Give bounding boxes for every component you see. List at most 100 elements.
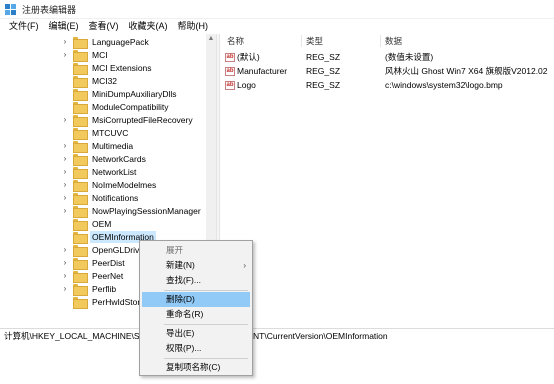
expand-arrow-icon[interactable]: › (60, 37, 70, 46)
tree-item-label: OEM (92, 218, 112, 229)
context-menu: 展开 新建(N) › 查找(F)... 删除(D) 重命名(R) 导出(E) 权… (139, 240, 253, 376)
folder-icon (73, 49, 88, 62)
menu-view[interactable]: 查看(V) (84, 19, 124, 34)
expand-arrow-icon[interactable]: › (60, 258, 70, 267)
string-value-icon: ab (225, 53, 235, 63)
tree-item-label: PeerDist (92, 257, 125, 268)
expand-arrow-icon[interactable]: › (60, 180, 70, 189)
expand-arrow-icon[interactable]: › (60, 50, 70, 59)
expand-arrow-icon[interactable]: › (60, 167, 70, 176)
value-name: Manufacturer (237, 66, 288, 76)
expand-arrow-icon[interactable]: › (60, 193, 70, 202)
tree-item-perflib[interactable]: › Perflib (60, 282, 118, 296)
folder-icon (73, 153, 88, 166)
regedit-icon (5, 3, 16, 15)
tree-item-mtcuvc[interactable]: MTCUVC (60, 126, 130, 140)
values-list[interactable]: 名称 类型 数据 ab (默认) REG_SZ (数值未设置) ab Manufac… (221, 34, 554, 328)
expand-arrow-icon[interactable]: › (60, 154, 70, 163)
tree-item-networkcards[interactable]: › NetworkCards (60, 152, 148, 166)
tree-item-mci-extensions[interactable]: MCI Extensions (60, 61, 154, 75)
folder-icon (73, 75, 88, 88)
folder-icon (73, 114, 88, 127)
folder-icon (73, 36, 88, 49)
value-data: 风林火山 Ghost Win7 X64 旗舰版V2012.02 (385, 66, 548, 76)
tree-item-label: NetworkList (92, 166, 137, 177)
folder-icon (73, 205, 88, 218)
value-type: REG_SZ (306, 80, 341, 90)
list-row-default[interactable]: ab (默认) REG_SZ (数值未设置) (221, 51, 554, 64)
folder-icon (73, 101, 88, 114)
menu-bar: 文件(F) 编辑(E) 查看(V) 收藏夹(A) 帮助(H) (0, 19, 554, 34)
menu-edit[interactable]: 编辑(E) (44, 19, 84, 34)
expand-arrow-icon[interactable]: › (60, 141, 70, 150)
folder-icon (73, 140, 88, 153)
menu-item-new-label: 新建(N) (166, 260, 195, 270)
status-path-left: 计算机\HKEY_LOCAL_MACHINE\SOF (4, 331, 152, 341)
folder-icon (73, 127, 88, 140)
menu-item-rename[interactable]: 重命名(R) (142, 307, 250, 322)
submenu-arrow-icon: › (243, 261, 246, 270)
column-header-data[interactable]: 数据 (381, 34, 402, 48)
menu-item-new[interactable]: 新建(N) › (142, 258, 250, 273)
menu-divider (164, 290, 248, 291)
tree-item-label: MCI Extensions (92, 62, 152, 73)
tree-item-notifications[interactable]: › Notifications (60, 191, 140, 205)
tree-item-label: MCI (92, 49, 108, 60)
list-row-logo[interactable]: ab Logo REG_SZ c:\windows\system32\logo.b… (221, 79, 554, 92)
window-title: 注册表编辑器 (22, 4, 77, 15)
tree-item-noimemodelmes[interactable]: › NoImeModelmes (60, 178, 158, 192)
expand-arrow-icon[interactable]: › (60, 206, 70, 215)
menu-item-find[interactable]: 查找(F)... (142, 273, 250, 288)
menu-divider (164, 324, 248, 325)
tree-item-multimedia[interactable]: › Multimedia (60, 139, 135, 153)
menu-item-copy-key-name[interactable]: 复制项名称(C) (142, 360, 250, 375)
tree-item-label: LanguagePack (92, 36, 149, 47)
menu-divider (164, 358, 248, 359)
menu-help[interactable]: 帮助(H) (173, 19, 214, 34)
status-path-right: NT\CurrentVersion\OEMInformation (253, 331, 388, 341)
menu-item-export[interactable]: 导出(E) (142, 326, 250, 341)
list-row-manufacturer[interactable]: ab Manufacturer REG_SZ 风林火山 Ghost Win7 X6… (221, 65, 554, 78)
value-type: REG_SZ (306, 66, 341, 76)
tree-item-label: Perflib (92, 283, 117, 294)
tree-item-nowplayingsessionmanager[interactable]: › NowPlayingSessionManager (60, 204, 203, 218)
folder-icon (73, 270, 88, 283)
column-header-type[interactable]: 类型 (302, 34, 323, 48)
expand-arrow-icon[interactable]: › (60, 115, 70, 124)
expand-arrow-icon[interactable]: › (60, 245, 70, 254)
menu-favorites[interactable]: 收藏夹(A) (124, 19, 173, 34)
scroll-up-icon[interactable]: ▲ (207, 35, 215, 43)
value-name: (默认) (237, 52, 260, 62)
folder-icon (73, 179, 88, 192)
expand-arrow-icon[interactable]: › (60, 271, 70, 280)
menu-item-permissions[interactable]: 权限(P)... (142, 341, 250, 356)
menu-item-expand[interactable]: 展开 (142, 243, 250, 258)
tree-item-mci32[interactable]: MCI32 (60, 74, 119, 88)
tree-item-networklist[interactable]: › NetworkList (60, 165, 138, 179)
tree-item-modulecompatibility[interactable]: ModuleCompatibility (60, 100, 171, 114)
column-header-name[interactable]: 名称 (223, 34, 244, 48)
folder-icon (73, 192, 88, 205)
menu-file[interactable]: 文件(F) (4, 19, 44, 34)
tree-item-perhwidstorage[interactable]: PerHwIdStorag (60, 295, 152, 309)
tree-item-oem[interactable]: OEM (60, 217, 113, 231)
value-name: Logo (237, 80, 256, 90)
tree-item-peerdist[interactable]: › PeerDist (60, 256, 127, 270)
tree-item-label: MCI32 (92, 75, 118, 86)
tree-item-msicorruptedfilerecovery[interactable]: › MsiCorruptedFileRecovery (60, 113, 195, 127)
tree-item-peernet[interactable]: › PeerNet (60, 269, 125, 283)
tree-item-label: Notifications (92, 192, 139, 203)
tree-item-label: NetworkCards (92, 153, 146, 164)
value-type: REG_SZ (306, 52, 341, 62)
tree-item-label: ModuleCompatibility (92, 101, 169, 112)
expand-arrow-icon[interactable]: › (60, 284, 70, 293)
menu-item-delete[interactable]: 删除(D) (142, 292, 250, 307)
tree-item-languagepack[interactable]: › LanguagePack (60, 35, 151, 49)
tree-item-mci[interactable]: › MCI (60, 48, 110, 62)
tree-item-label: MTCUVC (92, 127, 129, 138)
value-data: (数值未设置) (385, 52, 434, 62)
title-bar: 注册表编辑器 (0, 0, 554, 19)
tree-item-label: MsiCorruptedFileRecovery (92, 114, 193, 125)
tree-item-minidumpauxiliarydlls[interactable]: MiniDumpAuxiliaryDlls (60, 87, 179, 101)
desktop-area (0, 344, 554, 384)
